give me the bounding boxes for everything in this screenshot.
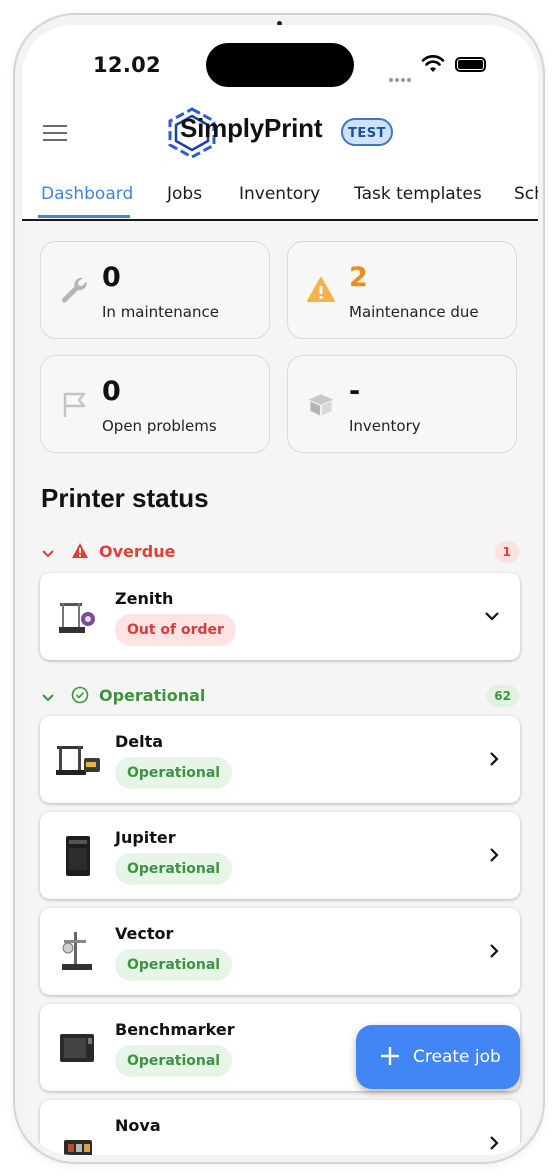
environment-badge: TEST xyxy=(341,118,393,146)
printer-row-vector[interactable]: Vector Operational xyxy=(40,908,520,995)
printer-thumbnail xyxy=(60,1034,94,1062)
stat-value: - xyxy=(349,376,361,407)
wifi-icon xyxy=(421,55,445,72)
tab-jobs[interactable]: Jobs xyxy=(167,184,202,204)
printer-name: Vector xyxy=(115,924,174,943)
section-title: Printer status xyxy=(41,483,209,513)
stat-value: 0 xyxy=(102,376,121,407)
flag-icon xyxy=(63,392,86,417)
stat-card-in-maintenance[interactable]: 0 In maintenance xyxy=(40,241,270,339)
plus-icon xyxy=(381,1047,399,1065)
tab-dashboard[interactable]: Dashboard xyxy=(41,184,133,204)
printer-row-zenith[interactable]: Zenith Out of order xyxy=(40,573,520,660)
status-badge: Operational xyxy=(115,757,233,789)
create-job-button[interactable]: Create job xyxy=(356,1025,520,1089)
tab-bar: Dashboard Jobs Inventory Task templates … xyxy=(22,165,538,221)
status-time: 12.02 xyxy=(93,53,161,77)
printer-name: Benchmarker xyxy=(115,1020,235,1039)
printer-row-delta[interactable]: Delta Operational xyxy=(40,716,520,803)
chevron-down-icon[interactable] xyxy=(484,606,500,626)
wrench-icon xyxy=(62,277,87,303)
group-count-badge: 1 xyxy=(494,541,519,563)
app-screen: 12.02 SimplyPrint TEST Dashboard Jobs In… xyxy=(22,25,538,1155)
dynamic-island xyxy=(206,43,354,87)
battery-icon xyxy=(455,57,486,72)
status-badge: Operational xyxy=(115,949,233,981)
tab-task-templates[interactable]: Task templates xyxy=(354,184,482,204)
status-badge: Out of order xyxy=(115,614,236,646)
chevron-down-icon xyxy=(42,694,54,702)
stat-card-inventory[interactable]: - Inventory xyxy=(287,355,517,453)
stat-card-maintenance-due[interactable]: 2 Maintenance due xyxy=(287,241,517,339)
chevron-right-icon[interactable] xyxy=(488,1133,500,1153)
stat-label: Open problems xyxy=(102,417,217,435)
printer-thumbnail xyxy=(59,603,95,633)
box-icon xyxy=(308,394,334,416)
chevron-right-icon[interactable] xyxy=(488,845,500,865)
printer-thumbnail xyxy=(64,1140,92,1155)
brand-title: SimplyPrint xyxy=(180,113,323,143)
stat-card-open-problems[interactable]: 0 Open problems xyxy=(40,355,270,453)
header: 12.02 SimplyPrint TEST xyxy=(22,25,538,165)
warning-icon xyxy=(307,277,335,302)
stat-label: In maintenance xyxy=(102,303,219,321)
active-tab-indicator xyxy=(38,215,130,218)
chevron-right-icon[interactable] xyxy=(488,749,500,769)
printer-name: Nova xyxy=(115,1116,161,1135)
chevron-down-icon xyxy=(42,550,54,558)
create-job-label: Create job xyxy=(413,1047,501,1067)
group-header-operational[interactable]: Operational 62 xyxy=(41,685,519,711)
group-name: Overdue xyxy=(99,542,176,561)
printer-thumbnail xyxy=(56,746,100,775)
stat-value: 0 xyxy=(102,262,121,293)
printer-name: Zenith xyxy=(115,589,174,608)
hamburger-menu-button[interactable] xyxy=(43,125,67,143)
printer-row-jupiter[interactable]: Jupiter Operational xyxy=(40,812,520,899)
tab-inventory[interactable]: Inventory xyxy=(239,184,320,204)
check-circle-icon xyxy=(71,686,89,704)
printer-thumbnail xyxy=(66,836,90,876)
tab-schedule[interactable]: Sch xyxy=(514,184,538,204)
alert-icon xyxy=(72,543,88,558)
printer-name: Delta xyxy=(115,732,164,751)
group-name: Operational xyxy=(99,686,206,705)
printer-thumbnail xyxy=(62,932,92,970)
status-badge: Operational xyxy=(115,853,233,885)
printer-name: Jupiter xyxy=(115,828,176,847)
status-badge: Operational xyxy=(115,1045,233,1077)
stat-label: Maintenance due xyxy=(349,303,479,321)
chevron-right-icon[interactable] xyxy=(488,941,500,961)
printer-row-nova[interactable]: Nova xyxy=(40,1100,520,1155)
group-header-overdue[interactable]: Overdue 1 xyxy=(41,541,519,567)
stat-value: 2 xyxy=(349,262,368,293)
stat-label: Inventory xyxy=(349,417,421,435)
signal-icon xyxy=(389,67,413,86)
group-count-badge: 62 xyxy=(486,685,519,707)
